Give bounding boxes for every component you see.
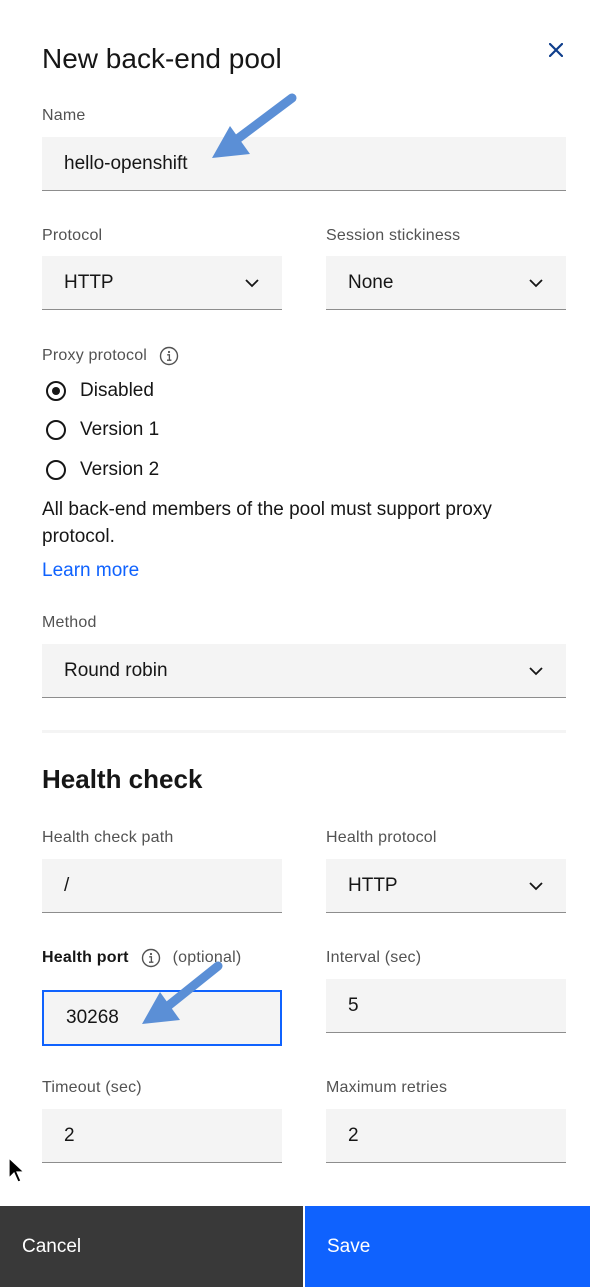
proxy-protocol-label-text: Proxy protocol xyxy=(42,347,148,364)
session-stickiness-label: Session stickiness xyxy=(326,227,461,244)
learn-more-link[interactable]: Learn more xyxy=(42,560,139,582)
interval-label: Interval (sec) xyxy=(326,949,422,966)
name-input-value: hello-openshift xyxy=(64,152,188,174)
close-button[interactable] xyxy=(544,38,568,62)
maximum-retries-value: 2 xyxy=(348,1124,359,1146)
health-check-path-label: Health check path xyxy=(42,829,174,846)
chevron-down-icon xyxy=(529,881,543,890)
method-label: Method xyxy=(42,614,97,631)
health-port-value: 30268 xyxy=(66,1007,119,1028)
protocol-select[interactable]: HTTP xyxy=(42,256,282,310)
session-stickiness-select[interactable]: None xyxy=(326,256,566,310)
method-select[interactable]: Round robin xyxy=(42,644,566,698)
radio-label-disabled: Disabled xyxy=(80,380,154,401)
health-check-path-input[interactable]: / xyxy=(42,859,282,913)
chevron-down-icon xyxy=(529,278,543,287)
save-button-label: Save xyxy=(327,1235,371,1257)
radio-version-1[interactable]: Version 1 xyxy=(46,419,159,441)
method-select-value: Round robin xyxy=(64,659,168,681)
save-button[interactable]: Save xyxy=(305,1206,590,1287)
radio-label-version-1: Version 1 xyxy=(80,419,160,440)
close-icon xyxy=(549,43,563,57)
proxy-helper-text: All back-end members of the pool must su… xyxy=(42,499,492,547)
chevron-down-icon xyxy=(245,278,259,287)
health-port-label-text: Health port xyxy=(42,949,129,966)
name-label: Name xyxy=(42,107,86,124)
chevron-down-icon xyxy=(529,666,543,675)
radio-button[interactable] xyxy=(46,420,66,440)
panel-title: New back-end pool xyxy=(42,43,282,74)
radio-button[interactable] xyxy=(46,460,66,480)
cancel-button[interactable]: Cancel xyxy=(0,1206,303,1287)
info-icon[interactable] xyxy=(159,346,179,366)
interval-input[interactable]: 5 xyxy=(326,979,566,1033)
annotation-arrow-icon xyxy=(142,961,223,1024)
protocol-select-value: HTTP xyxy=(64,271,114,293)
health-protocol-label: Health protocol xyxy=(326,829,437,846)
proxy-protocol-label: Proxy protocol xyxy=(42,346,179,366)
timeout-input[interactable]: 2 xyxy=(42,1109,282,1163)
health-protocol-select[interactable]: HTTP xyxy=(326,859,566,913)
health-check-heading: Health check xyxy=(42,764,203,794)
timeout-label: Timeout (sec) xyxy=(42,1079,142,1096)
annotation-arrow-icon xyxy=(212,93,297,158)
radio-button-checked[interactable] xyxy=(46,381,66,401)
radio-label-version-2: Version 2 xyxy=(80,459,160,480)
protocol-label: Protocol xyxy=(42,227,103,244)
interval-value: 5 xyxy=(348,994,359,1016)
timeout-value: 2 xyxy=(64,1124,75,1146)
health-check-path-value: / xyxy=(64,874,70,896)
radio-version-2[interactable]: Version 2 xyxy=(46,459,159,481)
maximum-retries-input[interactable]: 2 xyxy=(326,1109,566,1163)
session-stickiness-value: None xyxy=(348,271,394,293)
section-divider xyxy=(42,730,566,733)
mouse-cursor-icon xyxy=(8,1157,26,1183)
health-protocol-value: HTTP xyxy=(348,874,398,896)
radio-disabled[interactable]: Disabled xyxy=(46,380,154,402)
maximum-retries-label: Maximum retries xyxy=(326,1079,448,1096)
cancel-button-label: Cancel xyxy=(22,1235,82,1257)
